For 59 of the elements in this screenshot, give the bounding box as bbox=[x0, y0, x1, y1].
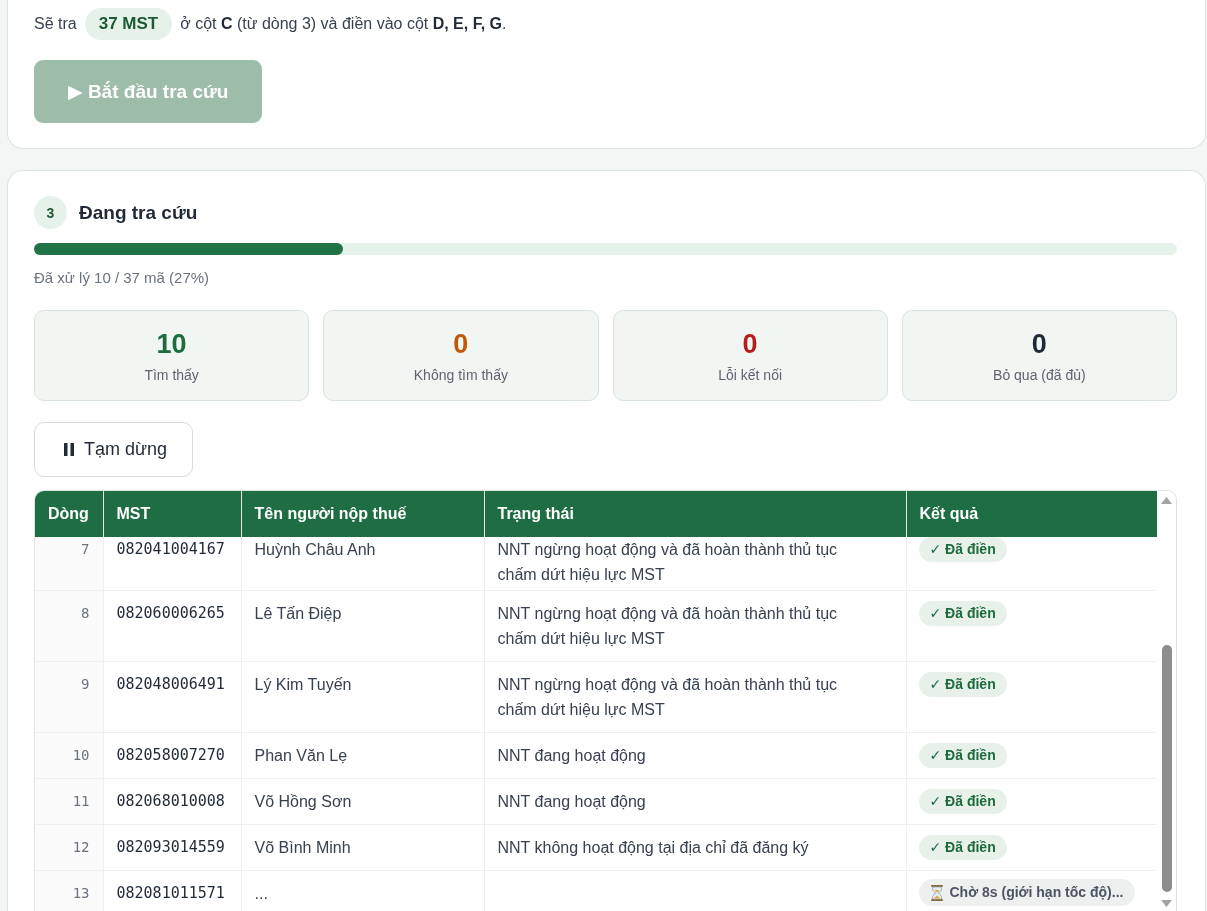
table-cell: 082093014559 bbox=[103, 824, 241, 871]
row-number: 11 bbox=[35, 778, 103, 825]
table-cell: NNT không hoạt động tại địa chỉ đã đăng ký bbox=[484, 824, 906, 871]
table-cell: 082068010008 bbox=[103, 778, 241, 825]
row-number: 12 bbox=[35, 824, 103, 871]
table-cell: 082048006491 bbox=[103, 661, 241, 733]
result-badge: ✓ Đã điền bbox=[918, 537, 1007, 562]
pause-icon bbox=[64, 443, 74, 456]
progress-caption: Đã xử lý 10 / 37 mã (27%) bbox=[34, 268, 211, 288]
row-number: 8 bbox=[35, 590, 103, 662]
stat-label: Tìm thấy bbox=[144, 366, 199, 385]
result-badge: ✓ Đã điền bbox=[918, 601, 1007, 626]
result-badge: ✓ Đã điền bbox=[918, 672, 1007, 697]
row-number: 13 bbox=[35, 870, 103, 911]
result-badge: ✓ Đã điền bbox=[918, 743, 1007, 768]
scrollbar-thumb[interactable] bbox=[1161, 645, 1172, 892]
stat-value: 0 bbox=[1031, 328, 1047, 361]
column-header: Kết quả bbox=[906, 491, 1157, 537]
stat-value: 10 bbox=[156, 328, 187, 361]
count-badge: 37 MST bbox=[84, 8, 173, 40]
result-badge: ✓ Đã điền bbox=[918, 789, 1007, 814]
step-badge: 3 bbox=[34, 196, 67, 229]
table-cell: Huỳnh Châu Anh bbox=[241, 537, 484, 591]
table-cell: ... bbox=[241, 870, 484, 911]
stat-label: Lỗi kết nối bbox=[718, 366, 783, 385]
table-cell: Võ Hồng Sơn bbox=[241, 778, 484, 825]
stat-label: Không tìm thấy bbox=[413, 366, 508, 385]
stat-label: Bỏ qua (đã đủ) bbox=[993, 366, 1086, 385]
row-number: 9 bbox=[35, 661, 103, 733]
table-cell: 082060006265 bbox=[103, 590, 241, 662]
table-cell: NNT ngừng hoạt động và đã hoàn thành thủ tục chấm dứt hiệu lực MST bbox=[484, 661, 906, 733]
table-cell: NNT ngừng hoạt động và đã hoàn thành thủ tục chấm dứt hiệu lực MST bbox=[484, 590, 906, 662]
section-title: Đang tra cứu bbox=[79, 201, 198, 224]
table-cell: Lê Tấn Điệp bbox=[241, 590, 484, 662]
table-cell: NNT ngừng hoạt động và đã hoàn thành thủ tục chấm dứt hiệu lực MST bbox=[484, 537, 906, 591]
row-number: 10 bbox=[35, 732, 103, 779]
table-cell: NNT đang hoạt động bbox=[484, 732, 906, 779]
table-cell: Võ Bình Minh bbox=[241, 824, 484, 871]
scroll-down-icon[interactable] bbox=[1161, 900, 1172, 907]
column-header: Trạng thái bbox=[484, 491, 906, 537]
result-text: Chờ 8s (giới hạn tốc độ)... bbox=[949, 883, 1124, 902]
scroll-up-icon[interactable] bbox=[1161, 497, 1172, 504]
table-cell: NNT đang hoạt động bbox=[484, 778, 906, 825]
column-header: Dòng bbox=[35, 491, 103, 537]
hourglass-icon bbox=[930, 884, 943, 901]
column-header: MST bbox=[103, 491, 241, 537]
summary-text: Sẽ tra bbox=[34, 14, 77, 34]
pause-button[interactable]: Tạm dừng bbox=[34, 422, 194, 477]
table-cell: 082041004167 bbox=[103, 537, 241, 591]
table-cell: 082081011571 bbox=[103, 870, 241, 911]
row-number: 7 bbox=[35, 537, 103, 591]
column-header: Tên người nộp thuế bbox=[241, 491, 484, 537]
summary-text: ở cột C (từ dòng 3) và điền vào cột D, E, F, G. bbox=[180, 14, 507, 34]
result-badge: ✓ Đã điền bbox=[918, 835, 1007, 860]
stat-value: 0 bbox=[453, 328, 469, 361]
table-cell: Lý Kim Tuyến bbox=[241, 661, 484, 733]
table-cell: 082058007270 bbox=[103, 732, 241, 779]
table-cell: Phan Văn Lẹ bbox=[241, 732, 484, 779]
stat-value: 0 bbox=[742, 328, 758, 361]
